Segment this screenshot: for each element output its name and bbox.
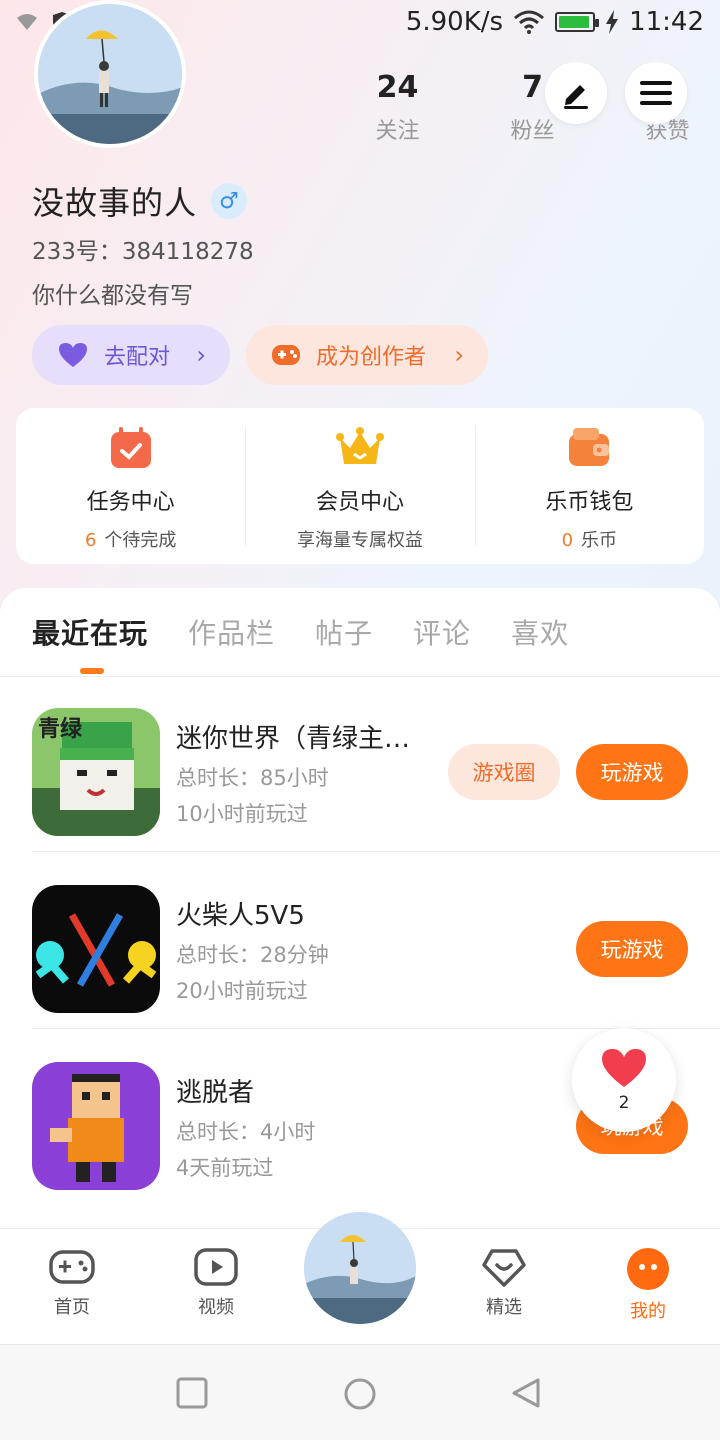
wallet[interactable]: 乐币钱包 0 乐币 [474,408,704,564]
tab-comments[interactable]: 评论 [413,612,471,652]
net-speed: 5.90K/s [405,7,504,37]
nav-home-label: 首页 [54,1297,90,1318]
user-bio[interactable]: 你什么都没有写 [32,276,193,310]
vip-center-sub: 享海量专属权益 [296,530,423,551]
wallet-sub: 0 乐币 [562,526,617,552]
tab-bar: 最近在玩 作品栏 帖子 评论 喜欢 [32,612,569,652]
game-title: 逃脱者 [176,1078,255,1108]
wallet-title: 乐币钱包 [545,490,634,515]
task-sub-label: 个待完成 [104,530,177,551]
charging-icon [606,10,619,34]
game-duration: 总时长：28分钟 [176,943,329,967]
game-last-played: 20小时前玩过 [176,979,308,1003]
following-label: 关注 [375,119,420,144]
edit-profile-button[interactable] [545,62,607,124]
nav-featured[interactable]: 精选 [459,1247,549,1319]
wifi-icon [514,10,545,34]
calendar-check-icon [110,427,151,468]
menu-button[interactable] [625,62,687,124]
match-button[interactable]: 去配对 › [32,325,230,385]
active-tab-indicator [80,668,104,674]
following-stat[interactable]: 24 关注 [330,70,465,145]
game-duration: 总时长：4小时 [176,1120,316,1144]
task-center-title: 任务中心 [86,490,175,515]
heart-icon [602,1049,646,1087]
become-creator-button[interactable]: 成为创作者 › [246,325,488,385]
nav-mine-label: 我的 [630,1301,666,1322]
coin-label: 乐币 [581,530,618,551]
clock: 11:42 [629,7,704,37]
nav-mine[interactable]: 我的 [603,1247,693,1323]
pen-icon [564,85,588,109]
mine-face-icon [627,1248,669,1290]
coin-count: 0 [561,530,574,551]
tab-works[interactable]: 作品栏 [188,612,275,652]
nav-featured-label: 精选 [486,1297,522,1318]
vip-center[interactable]: 会员中心 享海量专属权益 [245,408,474,564]
game-circle-button[interactable]: 游戏圈 [448,744,560,800]
match-label: 去配对 [104,345,171,370]
play-game-button[interactable]: 玩游戏 [576,921,688,977]
avatar[interactable] [34,0,186,148]
nav-video[interactable]: 视频 [171,1247,261,1319]
nav-center-avatar[interactable] [304,1212,416,1324]
crown-icon [335,427,384,464]
game-title: 火柴人5V5 [176,901,305,931]
back-triangle-icon[interactable] [510,1377,542,1409]
svg-text:青绿: 青绿 [38,716,83,742]
tab-likes[interactable]: 喜欢 [511,612,569,652]
nav-video-label: 视频 [198,1297,234,1318]
following-count: 24 [376,70,419,105]
system-nav-bar [0,1344,720,1440]
task-center[interactable]: 任务中心 6 个待完成 [16,408,245,564]
game-duration: 总时长：85小时 [176,766,329,790]
service-card: 任务中心 6 个待完成 会员中心 享海量专属权益 乐币钱包 0 乐币 [16,408,704,564]
tab-recent-play[interactable]: 最近在玩 [32,612,148,652]
divider [32,851,720,852]
chevron-right-icon: › [454,341,464,369]
task-center-sub: 6 个待完成 [85,526,176,552]
play-game-button[interactable]: 玩游戏 [576,744,688,800]
name-row: 没故事的人 ♂ [32,178,248,224]
menu-icon [640,81,672,105]
creator-label: 成为创作者 [316,345,427,370]
game-last-played: 4天前玩过 [176,1156,274,1180]
home-circle-icon[interactable] [343,1377,377,1411]
game-icon-stickman [32,885,160,1013]
heart-icon [59,343,87,367]
user-name: 没故事的人 [32,184,198,222]
male-icon: ♂ [211,183,248,219]
game-row[interactable]: 青绿 迷你世界（青绿主… 总时长：85小时 10小时前玩过 游戏圈 玩游戏 [32,676,720,852]
wifi-signal-icon [17,14,37,30]
user-id[interactable]: 233号：384118278 [32,232,254,266]
battery-icon [555,12,600,32]
game-icon-escapists [32,1062,160,1190]
game-icon-mini-world: 青绿 [32,708,160,836]
wallet-icon [569,428,610,466]
gamepad-icon [49,1250,95,1284]
game-last-played: 10小时前玩过 [176,802,308,826]
game-row[interactable]: 火柴人5V5 总时长：28分钟 20小时前玩过 玩游戏 [32,853,720,1029]
like-count: 2 [618,1093,630,1113]
recent-apps-icon[interactable] [176,1377,208,1409]
content-panel: 最近在玩 作品栏 帖子 评论 喜欢 青绿 迷你世界（青绿主… 总时长：85小时 … [0,588,720,1228]
heart-box-icon [482,1249,526,1287]
tab-posts[interactable]: 帖子 [315,612,373,652]
chevron-right-icon: › [196,341,206,369]
game-title: 迷你世界（青绿主… [176,724,411,754]
vip-center-title: 会员中心 [315,490,404,515]
task-count: 6 [84,530,97,551]
video-play-icon [194,1248,238,1286]
gamepad-icon [272,345,300,365]
like-float-button[interactable]: 2 [572,1028,676,1132]
nav-home[interactable]: 首页 [27,1247,117,1319]
